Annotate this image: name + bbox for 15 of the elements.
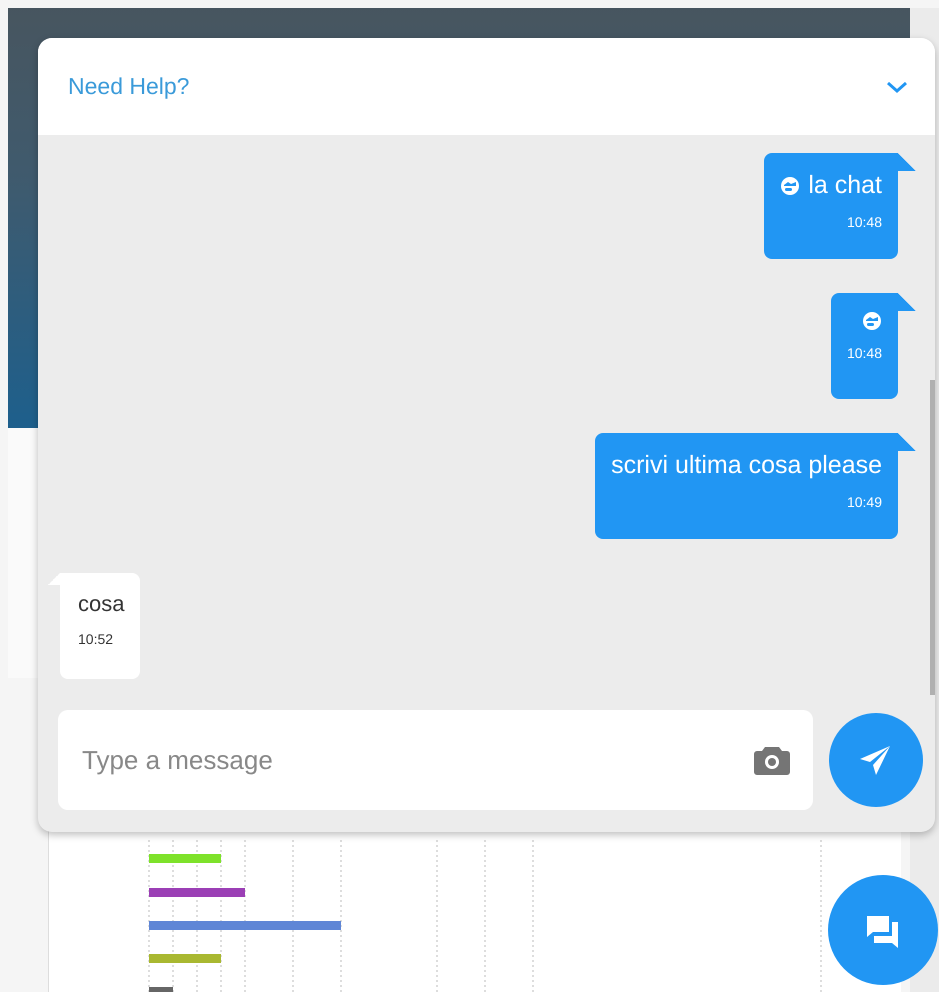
chart-bar <box>149 954 221 963</box>
chevron-down-icon[interactable] <box>885 80 909 94</box>
message-field[interactable]: Type a message <box>58 710 813 810</box>
message-time: 10:48 <box>846 214 882 230</box>
message-time: 10:52 <box>78 631 114 647</box>
chart-bar <box>149 854 221 863</box>
message-text: cosa <box>78 591 124 617</box>
chart-bar <box>149 987 173 992</box>
message-time: 10:49 <box>846 494 882 510</box>
message-input[interactable]: Type a message <box>80 744 753 776</box>
message-text: la chat <box>808 171 882 200</box>
message-text: scrivi ultima cosa please <box>611 451 882 480</box>
camera-icon[interactable] <box>753 744 791 776</box>
chat-title: Need Help? <box>68 73 190 100</box>
message-time: 10:48 <box>846 345 882 361</box>
